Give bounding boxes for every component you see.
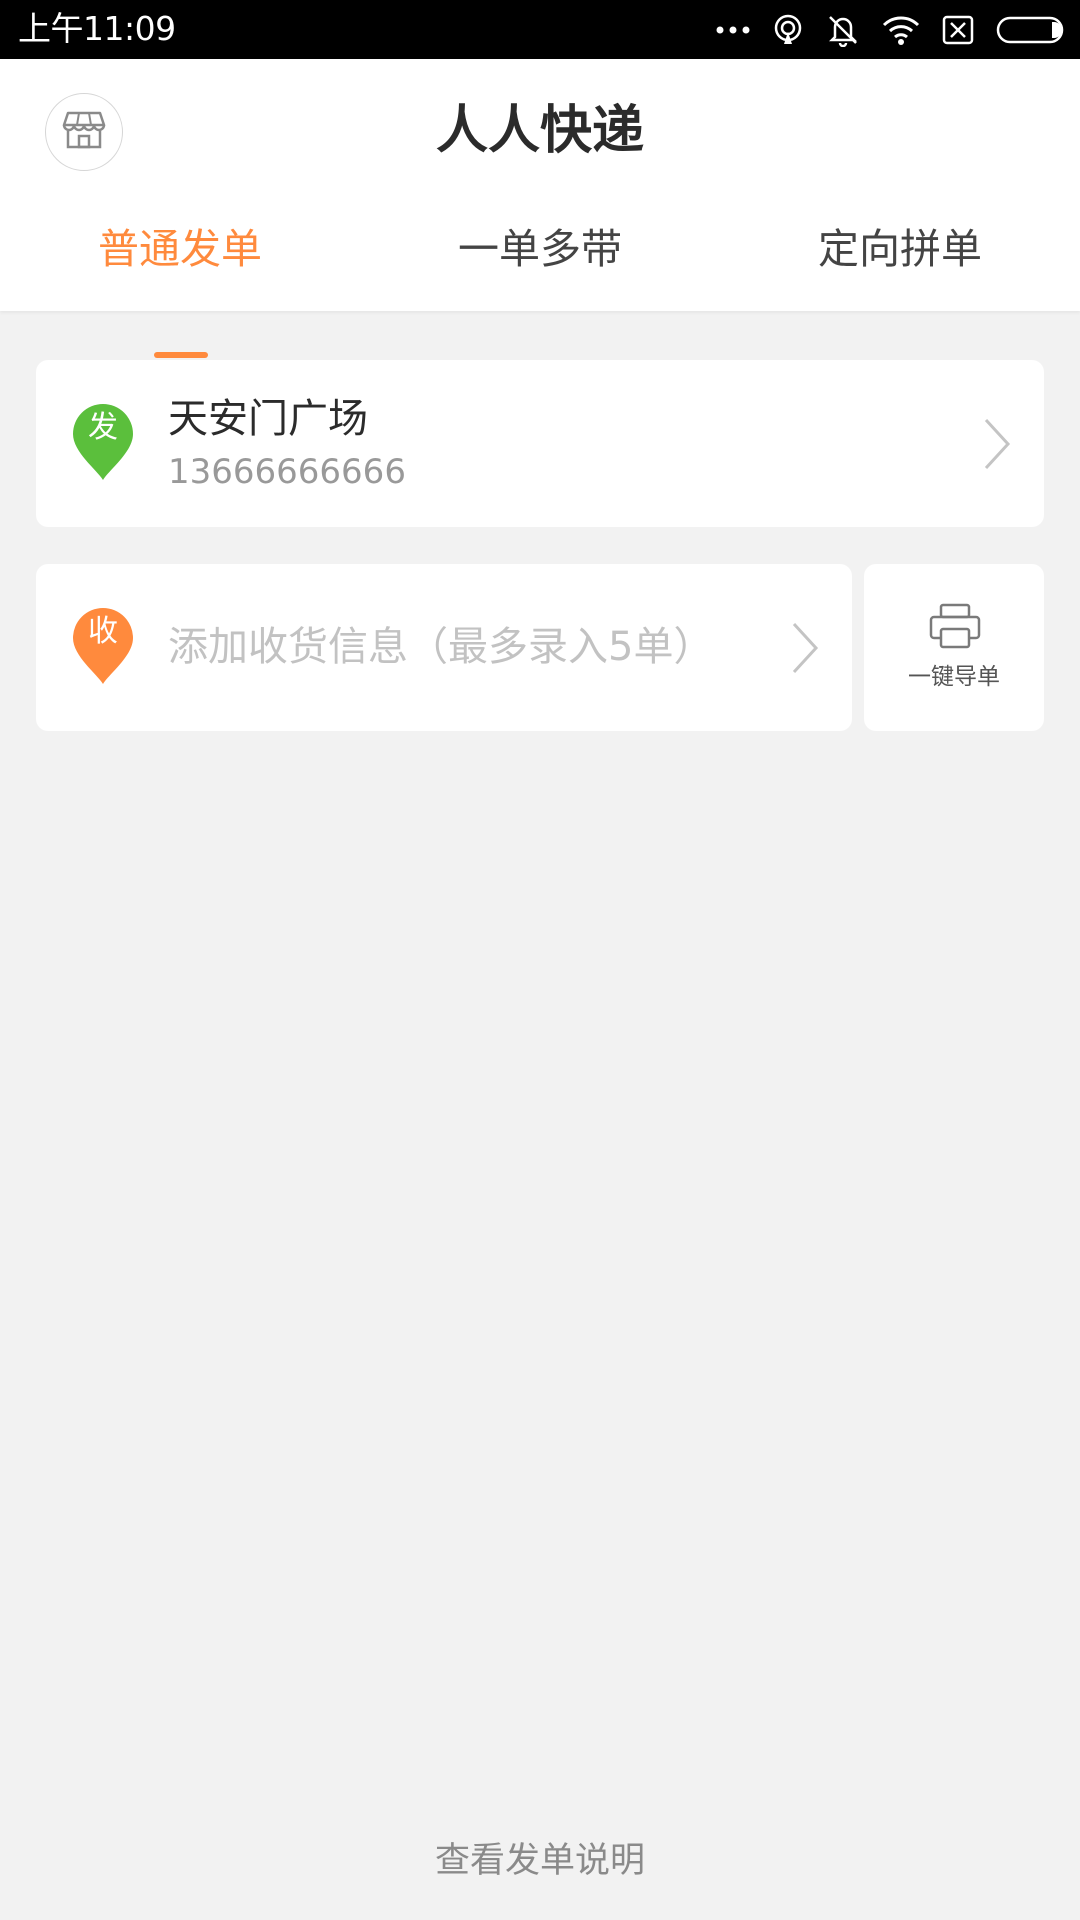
sender-card[interactable]: 发 天安门广场 13666666666 (36, 360, 1044, 527)
no-sim-icon (942, 15, 974, 45)
add-receiver-placeholder: 添加收货信息（最多录入5单） (168, 624, 714, 670)
page-title: 人人快递 (435, 101, 644, 161)
header: 人人快递 普通发单 一单多带 定向拼单 (0, 59, 1080, 358)
tab-directed-group-order[interactable]: 定向拼单 (720, 225, 1080, 311)
tab-bar: 普通发单 一单多带 定向拼单 (0, 225, 1080, 358)
tab-label: 一单多带 (458, 225, 622, 273)
receiver-pin-icon: 收 (71, 606, 135, 686)
import-label: 一键导单 (908, 664, 1000, 690)
active-tab-indicator (154, 352, 208, 358)
status-time: 上午11:09 (18, 9, 176, 48)
hotspot-icon (772, 14, 804, 46)
sender-phone: 13666666666 (168, 452, 406, 492)
status-icons (694, 0, 1068, 59)
receiver-badge: 收 (88, 614, 118, 649)
tab-normal-order[interactable]: 普通发单 (0, 225, 360, 311)
receiver-card[interactable]: 收 添加收货信息（最多录入5单） (36, 564, 852, 731)
sender-pin-icon: 发 (71, 402, 135, 482)
chevron-right-icon (790, 620, 820, 676)
battery-icon (996, 15, 1068, 45)
tab-label: 定向拼单 (818, 225, 982, 273)
status-bar: 上午11:09 (0, 0, 1080, 59)
sender-address: 天安门广场 (168, 396, 368, 442)
silent-mode-icon (826, 13, 860, 47)
sender-badge: 发 (88, 410, 118, 445)
tab-multi-order[interactable]: 一单多带 (360, 225, 720, 311)
one-click-import-button[interactable]: 一键导单 (864, 564, 1044, 731)
view-order-instructions-link[interactable]: 查看发单说明 (0, 1836, 1080, 1886)
chevron-right-icon (982, 416, 1012, 472)
printer-icon (928, 602, 982, 650)
more-dots-icon (716, 25, 750, 35)
wifi-icon (882, 15, 920, 45)
tab-label: 普通发单 (98, 225, 262, 273)
